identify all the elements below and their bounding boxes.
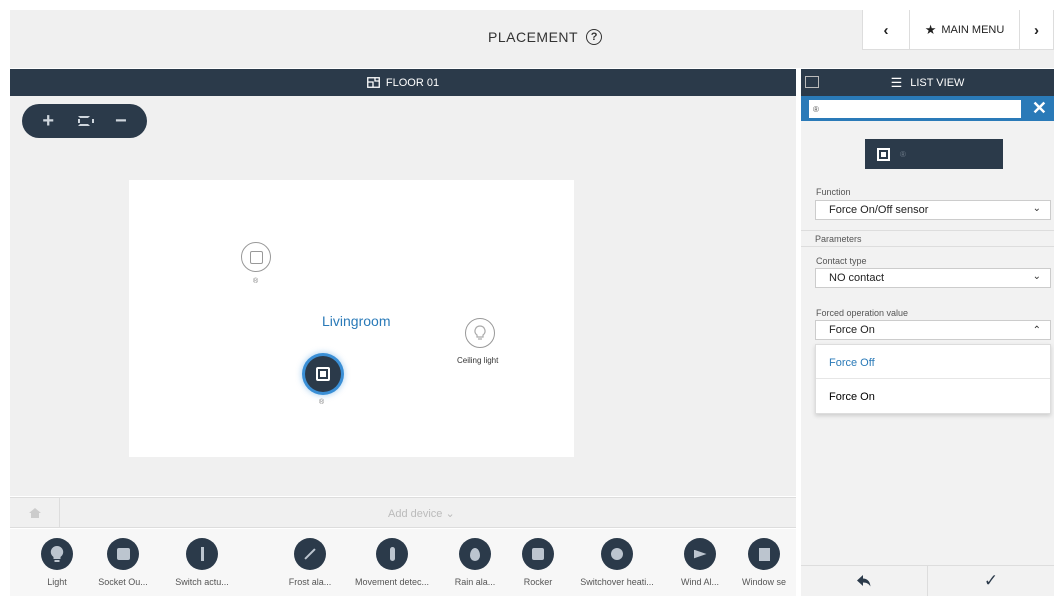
room-name: Livingroom bbox=[322, 313, 391, 329]
floor-label: FLOOR 01 bbox=[385, 76, 440, 89]
bulb-icon bbox=[41, 538, 73, 570]
palette-item-heating[interactable]: Switchover heati... bbox=[572, 529, 662, 587]
floor-plan-icon bbox=[367, 77, 380, 88]
rocker-icon bbox=[522, 538, 554, 570]
forced-value-label: Forced operation value bbox=[816, 308, 909, 318]
palette-label: Socket Ou... bbox=[98, 577, 148, 587]
rocker-icon bbox=[877, 147, 890, 161]
socket-icon bbox=[107, 538, 139, 570]
contact-type-label: Contact type bbox=[816, 256, 867, 266]
confirm-button[interactable]: ✓ bbox=[928, 566, 1054, 596]
palette-item-light[interactable]: Light bbox=[32, 529, 82, 587]
back-button[interactable] bbox=[801, 566, 928, 596]
palette-label: Window se bbox=[741, 577, 786, 587]
fit-to-screen-button[interactable] bbox=[70, 116, 98, 126]
previous-button[interactable]: ‹ bbox=[863, 10, 909, 50]
search-row: ✕ bbox=[801, 96, 1054, 121]
palette-label: Switch actu... bbox=[175, 577, 229, 587]
zoom-out-button[interactable]: − bbox=[107, 110, 135, 133]
search-input[interactable] bbox=[809, 100, 1021, 118]
room-livingroom[interactable]: Livingroom ® Ceiling light ® bbox=[129, 180, 574, 457]
palette-item-window[interactable]: Window se bbox=[733, 529, 795, 587]
header-title-group: PLACEMENT ? bbox=[488, 29, 603, 45]
palette-label: Frost ala... bbox=[288, 577, 332, 587]
function-label: Function bbox=[816, 187, 851, 197]
forced-value-select[interactable]: Force On ⌃ bbox=[815, 320, 1051, 340]
header-bar: PLACEMENT ? ‹ ★ MAIN MENU › bbox=[10, 10, 1054, 68]
palette-label: Light bbox=[47, 577, 67, 587]
device-id-label: ® bbox=[319, 399, 325, 406]
chevron-up-icon: ⌃ bbox=[1032, 325, 1041, 336]
dropdown-option-force-on[interactable]: Force On bbox=[816, 379, 1050, 413]
device-rocker[interactable] bbox=[241, 242, 271, 272]
function-value: Force On/Off sensor bbox=[829, 204, 929, 216]
palette-item-switch[interactable]: Switch actu... bbox=[169, 529, 235, 587]
device-rocker-selected[interactable] bbox=[305, 356, 341, 392]
device-id-label: ® bbox=[253, 278, 259, 285]
heating-icon bbox=[601, 538, 633, 570]
main-menu-button[interactable]: ★ MAIN MENU bbox=[909, 10, 1019, 50]
rocker-icon bbox=[249, 250, 263, 264]
page-title: PLACEMENT bbox=[488, 29, 579, 45]
floor-plan-canvas[interactable]: + − Livingroom ® Ceiling light ® bbox=[10, 96, 796, 496]
parameters-header: Parameters bbox=[801, 230, 1054, 247]
properties-panel: ☰ LIST VIEW ✕ ® Function Force On/Off se… bbox=[801, 69, 1054, 596]
nav-buttons: ‹ ★ MAIN MENU › bbox=[862, 10, 1054, 50]
palette-item-frost[interactable]: Frost ala... bbox=[280, 529, 340, 587]
add-device-dropdown[interactable]: Add device ⌄ bbox=[388, 507, 455, 520]
forced-value-dropdown: Force Off Force On bbox=[815, 344, 1051, 414]
home-icon bbox=[28, 508, 41, 518]
palette-item-movement[interactable]: Movement detec... bbox=[350, 529, 434, 587]
collapse-panel-icon[interactable] bbox=[805, 76, 819, 88]
close-icon[interactable]: ✕ bbox=[1032, 99, 1047, 117]
app-window: PLACEMENT ? ‹ ★ MAIN MENU › FLOOR 01 + − bbox=[0, 0, 1054, 596]
device-preview-id: ® bbox=[900, 149, 906, 159]
list-icon: ☰ bbox=[890, 74, 903, 90]
window-icon bbox=[748, 538, 780, 570]
palette-item-wind[interactable]: Wind Al... bbox=[673, 529, 727, 587]
contact-type-select[interactable]: NO contact ⌄ bbox=[815, 268, 1051, 288]
device-ceiling-light[interactable] bbox=[465, 318, 495, 348]
home-button[interactable] bbox=[10, 498, 60, 528]
function-select[interactable]: Force On/Off sensor ⌄ bbox=[815, 200, 1051, 220]
list-view-bar[interactable]: ☰ LIST VIEW bbox=[801, 69, 1054, 96]
palette-item-rain[interactable]: Rain ala... bbox=[450, 529, 500, 587]
list-view-label: LIST VIEW bbox=[910, 76, 965, 89]
rain-icon bbox=[459, 538, 491, 570]
palette-label: Movement detec... bbox=[354, 577, 430, 587]
frost-icon bbox=[294, 538, 326, 570]
forced-value-value: Force On bbox=[829, 324, 875, 336]
palette-item-rocker[interactable]: Rocker bbox=[515, 529, 561, 587]
movement-icon bbox=[376, 538, 408, 570]
panel-footer: ✓ bbox=[801, 565, 1054, 596]
chevron-down-icon: ⌄ bbox=[1032, 271, 1041, 282]
next-button[interactable]: › bbox=[1019, 10, 1053, 50]
wind-icon bbox=[684, 538, 716, 570]
contact-type-value: NO contact bbox=[829, 272, 885, 284]
palette-label: Wind Al... bbox=[680, 577, 719, 587]
device-palette: Light Socket Ou... Switch actu... Frost … bbox=[10, 529, 796, 596]
switch-icon bbox=[186, 538, 218, 570]
back-arrow-icon bbox=[857, 575, 871, 587]
help-icon[interactable]: ? bbox=[586, 29, 603, 45]
bulb-icon bbox=[474, 325, 486, 340]
floor-selector[interactable]: FLOOR 01 bbox=[10, 69, 796, 96]
device-label: Ceiling light bbox=[457, 356, 499, 365]
fit-screen-icon bbox=[78, 116, 95, 126]
palette-label: Rocker bbox=[523, 577, 553, 587]
palette-label: Switchover heati... bbox=[580, 577, 654, 587]
add-device-bar[interactable]: Add device ⌄ bbox=[10, 497, 796, 528]
dropdown-option-force-off[interactable]: Force Off bbox=[816, 345, 1050, 379]
main-menu-label: MAIN MENU bbox=[941, 24, 1005, 36]
palette-label: Rain ala... bbox=[454, 577, 496, 587]
zoom-controls: + − bbox=[22, 104, 147, 138]
device-preview: ® bbox=[865, 139, 1003, 169]
star-icon: ★ bbox=[924, 22, 937, 37]
chevron-down-icon: ⌄ bbox=[1032, 203, 1041, 214]
palette-item-socket[interactable]: Socket Ou... bbox=[93, 529, 153, 587]
rocker-icon bbox=[316, 367, 330, 381]
zoom-in-button[interactable]: + bbox=[34, 110, 62, 133]
